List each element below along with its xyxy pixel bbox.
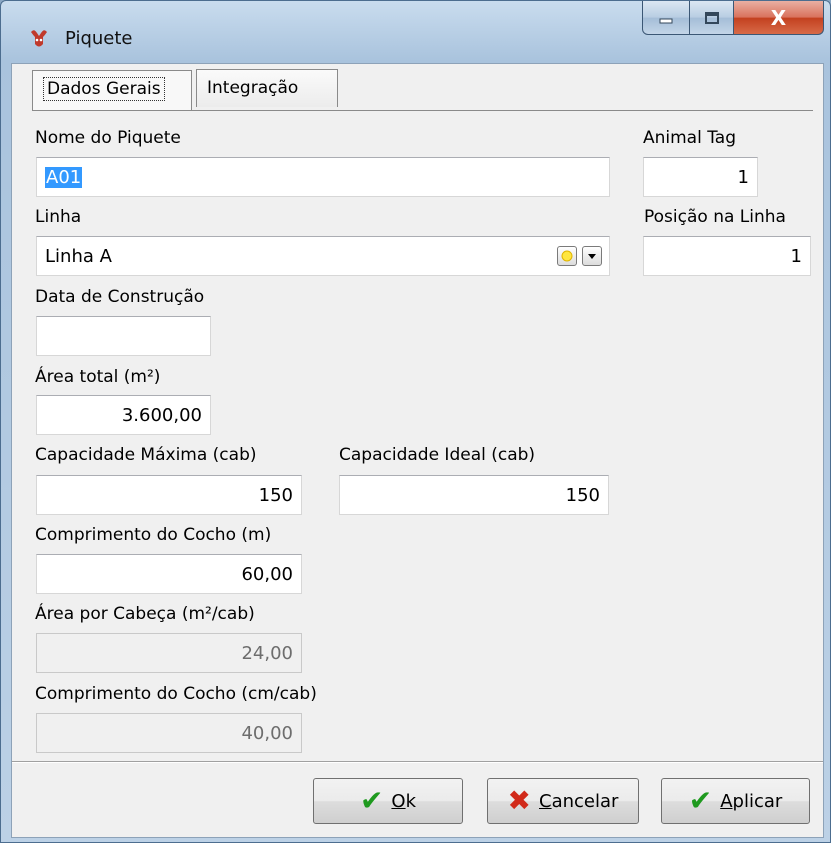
data-construcao-label: Data de Construção — [35, 287, 205, 307]
linha-value: Linha A — [45, 245, 112, 267]
area-cabeca-input: 24,00 — [36, 633, 302, 673]
apply-button-label: Aplicar — [720, 790, 783, 812]
close-button[interactable]: X — [734, 1, 824, 35]
posicao-value: 1 — [790, 245, 802, 267]
comp-cocho-cab-label: Comprimento do Cocho (cm/cab) — [35, 684, 317, 704]
minimize-button[interactable] — [642, 1, 690, 35]
nome-input[interactable]: A01 — [36, 157, 610, 197]
comp-cocho-cab-input: 40,00 — [36, 713, 302, 753]
cap-maxima-label: Capacidade Máxima (cab) — [35, 445, 257, 465]
area-total-value: 3.600,00 — [121, 404, 202, 426]
window-title: Piquete — [65, 28, 133, 49]
linha-dropdown-button[interactable] — [582, 246, 602, 266]
nome-value: A01 — [45, 166, 83, 188]
tab-label: Integração — [207, 78, 299, 98]
tab-divider — [32, 110, 813, 111]
area-total-label: Área total (m²) — [35, 367, 161, 387]
cap-ideal-label: Capacidade Ideal (cab) — [339, 445, 536, 465]
tab-label: Dados Gerais — [43, 77, 165, 101]
title-bar[interactable]: Piquete X — [1, 1, 830, 61]
tab-integracao[interactable]: Integração — [196, 69, 338, 107]
comp-cocho-input[interactable]: 60,00 — [36, 554, 302, 594]
maximize-button[interactable] — [690, 1, 734, 35]
linha-new-button[interactable] — [557, 246, 577, 266]
area-cabeca-label: Área por Cabeça (m²/cab) — [35, 604, 255, 624]
dialog-window: Piquete X Dados Gerais Integração Nome d… — [0, 0, 831, 843]
animal-tag-label: Animal Tag — [643, 128, 737, 148]
star-icon — [561, 250, 573, 262]
footer-separator-highlight — [12, 762, 823, 763]
cancel-button-label: Cancelar — [539, 790, 619, 812]
ok-button[interactable]: ✔ Ok — [313, 778, 463, 824]
area-total-input[interactable]: 3.600,00 — [36, 395, 211, 435]
nome-label: Nome do Piquete — [35, 128, 181, 148]
maximize-icon — [704, 11, 719, 24]
checkmark-icon: ✔ — [359, 784, 384, 817]
animal-tag-input[interactable]: 1 — [643, 157, 758, 197]
app-icon — [31, 30, 47, 47]
posicao-label: Posição na Linha — [644, 207, 786, 227]
comp-cocho-cab-value: 40,00 — [241, 722, 293, 744]
animal-tag-value: 1 — [737, 166, 749, 188]
tab-dados-gerais[interactable]: Dados Gerais — [32, 70, 192, 111]
comp-cocho-label: Comprimento do Cocho (m) — [35, 525, 272, 545]
data-construcao-input[interactable] — [36, 316, 211, 356]
area-cabeca-value: 24,00 — [241, 642, 293, 664]
apply-button[interactable]: ✔ Aplicar — [661, 778, 810, 824]
cap-ideal-value: 150 — [565, 484, 600, 506]
cap-maxima-value: 150 — [258, 484, 293, 506]
linha-label: Linha — [35, 207, 82, 227]
x-mark-icon: ✖ — [507, 784, 532, 817]
checkmark-icon: ✔ — [688, 784, 713, 817]
ok-button-label: Ok — [391, 790, 417, 812]
linha-combo[interactable]: Linha A — [36, 236, 610, 276]
caption-buttons: X — [642, 1, 824, 35]
comp-cocho-value: 60,00 — [241, 563, 293, 585]
posicao-input[interactable]: 1 — [643, 236, 811, 276]
chevron-down-icon — [588, 254, 596, 259]
dialog-client-area: Dados Gerais Integração Nome do Piquete … — [11, 63, 824, 838]
cancel-button[interactable]: ✖ Cancelar — [487, 778, 639, 824]
minimize-icon — [659, 18, 673, 23]
cap-maxima-input[interactable]: 150 — [36, 475, 302, 515]
cap-ideal-input[interactable]: 150 — [339, 475, 609, 515]
close-icon: X — [770, 5, 787, 30]
